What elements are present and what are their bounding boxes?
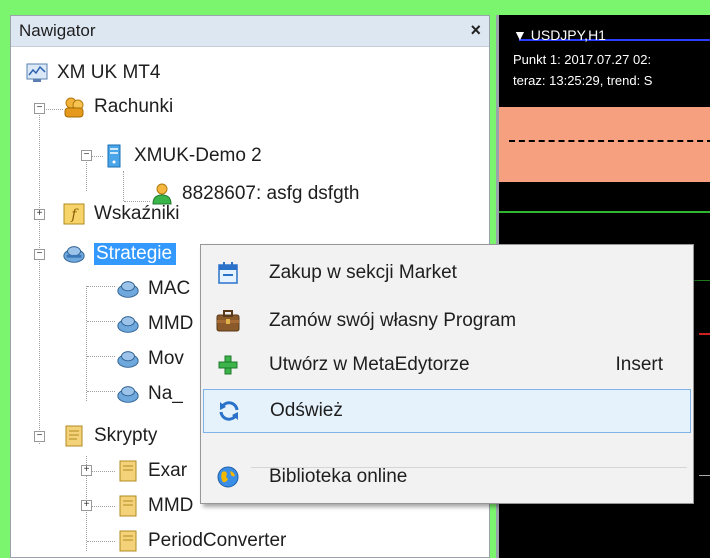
chart-now-label: teraz: 13:25:29, trend: S: [513, 73, 653, 88]
tree-item-root[interactable]: XM UK MT4: [25, 58, 160, 88]
expand-icon[interactable]: +: [81, 500, 92, 511]
refresh-icon: [212, 399, 246, 423]
expert-advisor-icon: [116, 347, 140, 371]
tree-line: [87, 391, 115, 392]
menu-item-label: Zamów swój własny Program: [269, 310, 517, 331]
expand-icon[interactable]: +: [34, 209, 45, 220]
tree-item-label: XMUK-Demo 2: [134, 145, 262, 166]
briefcase-icon: [211, 310, 245, 332]
plus-icon: [211, 354, 245, 376]
accounts-icon: [62, 95, 86, 119]
tree-item-label: XM UK MT4: [57, 62, 161, 83]
tree-item-server[interactable]: XMUK-Demo 2: [102, 141, 262, 171]
context-menu: Zakup w sekcji Market Zamów swój własny …: [200, 244, 694, 504]
tree-item-label: MMD: [148, 313, 194, 334]
tree-item-label: MAC: [148, 278, 191, 299]
tree-line: [86, 156, 87, 191]
script-icon: [116, 459, 140, 483]
market-icon: [211, 261, 245, 285]
chart-symbol-label: ▼ USDJPY,H1: [513, 27, 606, 43]
tree-item-label: Exar: [148, 460, 188, 481]
menu-item-order-program[interactable]: Zamów swój własny Program: [203, 299, 691, 343]
tree-line: [87, 286, 115, 287]
tree-item-strategy[interactable]: Mov: [116, 344, 184, 374]
tree-item-label: Skrypty: [94, 425, 158, 446]
menu-item-label: Zakup w sekcji Market: [269, 262, 457, 283]
tree-item-script[interactable]: MMD: [116, 491, 193, 521]
tree-line: [87, 321, 115, 322]
chart-green-line: [499, 211, 710, 213]
expand-icon[interactable]: +: [81, 465, 92, 476]
collapse-icon[interactable]: −: [34, 431, 45, 442]
tree-item-label: Wskaźniki: [94, 203, 180, 224]
chart-zone: [499, 107, 710, 182]
tree-item-script[interactable]: Exar: [116, 456, 187, 486]
menu-item-label: Odśwież: [270, 400, 343, 421]
tree-line: [86, 286, 87, 401]
tree-item-label: Na_: [148, 383, 183, 404]
expert-advisor-icon: [62, 242, 86, 266]
terminal-icon: [25, 61, 49, 85]
tree-line: [123, 171, 124, 201]
tree-item-label: MMD: [148, 495, 194, 516]
chart-gray-line: [699, 475, 710, 476]
globe-icon: [211, 465, 245, 489]
tree-item-strategy[interactable]: Na_: [116, 379, 183, 409]
menu-item-online-library[interactable]: Biblioteka online: [203, 455, 691, 499]
tree-item-script[interactable]: PeriodConverter: [116, 526, 286, 556]
expert-advisor-icon: [116, 277, 140, 301]
tree-item-label: 8828607: asfg dsfgth: [182, 183, 360, 204]
menu-item-refresh[interactable]: Odśwież: [203, 389, 691, 433]
collapse-icon[interactable]: −: [81, 150, 92, 161]
tree-item-label: Mov: [148, 348, 184, 369]
server-icon: [102, 144, 126, 168]
tree-item-label: Strategie: [94, 243, 177, 265]
script-icon: [116, 494, 140, 518]
chart-red-line: [699, 333, 710, 335]
tree-item-indicators[interactable]: f Wskaźniki: [62, 199, 180, 229]
tree-item-account[interactable]: 8828607: asfg dsfgth: [150, 179, 359, 209]
collapse-icon[interactable]: −: [34, 103, 45, 114]
menu-item-create-metaeditor[interactable]: Utwórz w MetaEdytorze Insert: [203, 343, 691, 387]
chart-point-label: Punkt 1: 2017.07.27 02:: [513, 52, 652, 67]
tree-item-strategies[interactable]: Strategie: [62, 239, 177, 269]
tree-line: [87, 541, 115, 542]
tree-item-strategy[interactable]: MAC: [116, 274, 190, 304]
collapse-icon[interactable]: −: [34, 249, 45, 260]
tree-item-scripts[interactable]: Skrypty: [62, 421, 157, 451]
tree-item-label: Rachunki: [94, 96, 174, 117]
indicator-icon: f: [62, 202, 86, 226]
navigator-header: Nawigator ×: [11, 16, 489, 47]
tree-item-label: PeriodConverter: [148, 530, 287, 551]
menu-item-label: Biblioteka online: [269, 466, 408, 487]
menu-item-label: Utwórz w MetaEdytorze: [269, 354, 470, 375]
chart-dashed-line: [509, 140, 710, 142]
expert-advisor-icon: [116, 382, 140, 406]
script-icon: [116, 529, 140, 553]
expert-advisor-icon: [116, 312, 140, 336]
navigator-title: Nawigator: [19, 21, 96, 40]
menu-item-shortcut: Insert: [615, 354, 663, 375]
tree-line: [39, 109, 40, 444]
tree-item-accounts[interactable]: Rachunki: [62, 92, 173, 122]
script-icon: [62, 424, 86, 448]
tree-line: [87, 356, 115, 357]
tree-item-strategy[interactable]: MMD: [116, 309, 193, 339]
menu-item-market[interactable]: Zakup w sekcji Market: [203, 251, 691, 295]
close-icon[interactable]: ×: [470, 20, 481, 41]
